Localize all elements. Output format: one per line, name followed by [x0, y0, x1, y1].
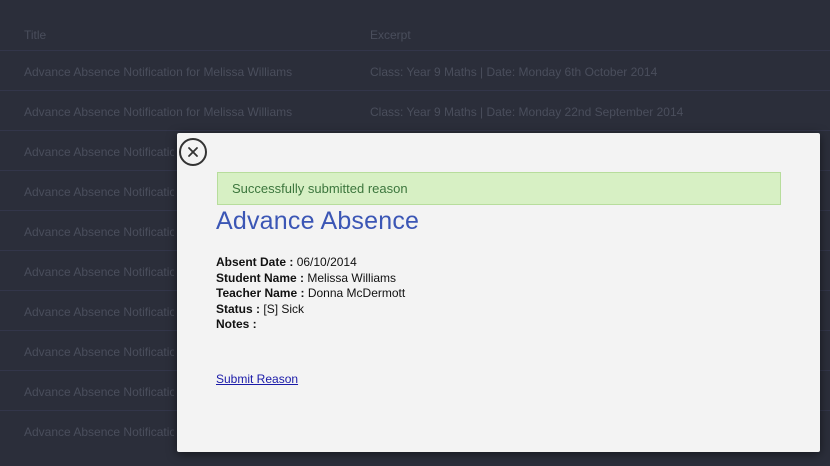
close-button[interactable]	[179, 138, 207, 166]
field-notes: Notes :	[216, 317, 405, 333]
row-title: Advance Absence Notification	[24, 145, 174, 159]
field-label: Notes :	[216, 317, 257, 331]
row-excerpt: Class: Year 9 Maths | Date: Monday 22nd …	[370, 105, 684, 119]
field-label: Absent Date :	[216, 255, 294, 269]
row-title: Advance Absence Notification	[24, 385, 174, 399]
field-absent-date: Absent Date : 06/10/2014	[216, 255, 405, 271]
table-row: Advance Absence Notification for Melissa…	[0, 50, 830, 91]
field-student-name: Student Name : Melissa Williams	[216, 271, 405, 287]
column-header-excerpt: Excerpt	[370, 28, 411, 42]
success-alert: Successfully submitted reason	[217, 172, 781, 205]
row-title: Advance Absence Notification for Melissa…	[24, 105, 293, 119]
submit-reason-link[interactable]: Submit Reason	[216, 372, 298, 386]
row-title: Advance Absence Notification	[24, 345, 174, 359]
field-value: 06/10/2014	[296, 255, 357, 269]
table-row: Advance Absence Notification for Melissa…	[0, 90, 830, 131]
modal-title: Advance Absence	[216, 207, 420, 235]
field-label: Status :	[216, 301, 261, 316]
field-value: Donna McDermott	[307, 286, 406, 300]
column-header-title: Title	[24, 28, 47, 42]
field-teacher-name: Teacher Name : Donna McDermott	[216, 286, 405, 302]
field-status: Status : [S] Sick	[216, 302, 405, 318]
field-value: Melissa Williams	[307, 270, 397, 285]
row-excerpt: Class: Year 9 Maths | Date: Monday 6th O…	[370, 65, 658, 79]
row-title: Advance Absence Notification	[24, 265, 174, 279]
row-title: Advance Absence Notification	[24, 225, 174, 239]
close-icon	[188, 147, 198, 157]
row-title: Advance Absence Notification	[24, 305, 174, 319]
row-title: Advance Absence Notification	[24, 185, 174, 199]
field-label: Teacher Name :	[216, 286, 305, 300]
field-label: Student Name :	[216, 270, 305, 285]
absence-details: Absent Date : 06/10/2014 Student Name : …	[216, 255, 405, 333]
row-title: Advance Absence Notification for Melissa…	[24, 65, 293, 79]
field-value: [S] Sick	[263, 301, 305, 316]
row-title: Advance Absence Notification	[24, 425, 174, 439]
